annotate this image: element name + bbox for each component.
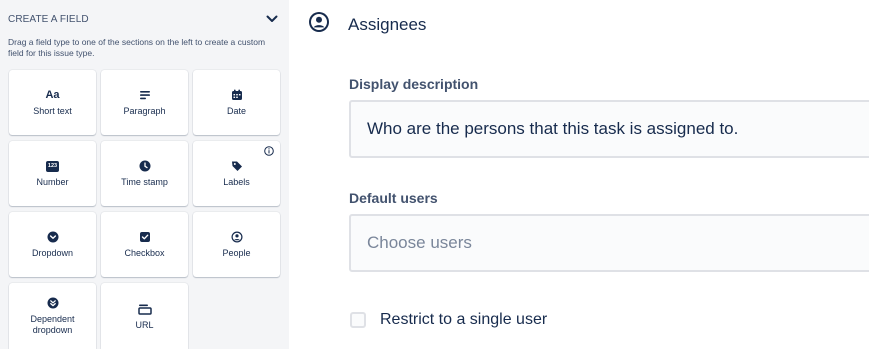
field-type-dropdown[interactable]: Dropdown xyxy=(9,212,96,277)
field-type-label: Dropdown xyxy=(31,248,74,258)
field-type-label: URL xyxy=(135,319,154,330)
field-type-label: Number xyxy=(36,177,69,187)
field-type-label: Date xyxy=(226,106,246,116)
restrict-single-user-label: Restrict to a single user xyxy=(380,311,548,328)
field-type-short-text[interactable]: Aa Short text xyxy=(9,70,96,135)
checkbox-icon xyxy=(139,232,150,242)
chevron-down-icon xyxy=(266,15,278,22)
display-description-label: Display description xyxy=(349,76,479,92)
clock-icon xyxy=(139,160,150,172)
field-type-url[interactable]: URL xyxy=(101,283,188,349)
create-field-panel: CREATE A FIELD Drag a field type to one … xyxy=(0,0,289,349)
default-users-placeholder: Choose users xyxy=(367,233,472,252)
panel-title: CREATE A FIELD xyxy=(8,14,89,25)
field-type-dependent-dropdown[interactable]: Dependent dropdown xyxy=(9,283,96,349)
tag-icon xyxy=(231,161,242,171)
field-type-label: Time stamp xyxy=(121,177,168,187)
display-description-value: Who are the persons that this task is as… xyxy=(367,119,739,138)
dependent-dropdown-icon xyxy=(47,297,58,309)
short-text-icon: Aa xyxy=(45,89,60,101)
field-type-label: Dependent dropdown xyxy=(30,314,75,335)
field-type-labels[interactable]: Labels xyxy=(193,141,280,206)
default-users-label: Default users xyxy=(349,190,438,206)
field-type-number[interactable]: 123 Number xyxy=(9,141,96,206)
person-circle-icon xyxy=(308,11,330,33)
field-title: Assignees xyxy=(348,15,427,34)
field-type-checkbox[interactable]: Checkbox xyxy=(101,212,188,277)
field-type-label: Labels xyxy=(223,177,250,187)
display-description-input[interactable]: Who are the persons that this task is as… xyxy=(349,100,869,158)
paragraph-icon xyxy=(139,91,150,100)
collapse-button[interactable] xyxy=(265,12,279,26)
field-type-people[interactable]: People xyxy=(193,212,280,277)
chevron-circle-icon xyxy=(47,231,58,243)
panel-header: CREATE A FIELD xyxy=(8,14,281,28)
field-type-time-stamp[interactable]: Time stamp xyxy=(101,141,188,206)
field-type-label: Short text xyxy=(33,106,72,116)
restrict-single-user-checkbox[interactable] xyxy=(350,312,366,328)
field-type-date[interactable]: Date xyxy=(193,70,280,135)
field-type-label: People xyxy=(222,248,251,258)
restrict-single-user-option[interactable]: Restrict to a single user xyxy=(350,309,547,331)
default-users-input[interactable]: Choose users xyxy=(349,214,869,272)
number-icon: 123 xyxy=(46,160,59,172)
field-type-paragraph[interactable]: Paragraph xyxy=(101,70,188,135)
panel-help-text: Drag a field type to one of the sections… xyxy=(8,37,266,58)
calendar-icon xyxy=(231,89,242,100)
field-type-label: Paragraph xyxy=(123,106,166,116)
info-icon[interactable] xyxy=(264,146,274,156)
url-icon xyxy=(137,304,152,315)
person-circle-icon xyxy=(231,231,242,243)
field-type-label: Checkbox xyxy=(124,248,165,258)
